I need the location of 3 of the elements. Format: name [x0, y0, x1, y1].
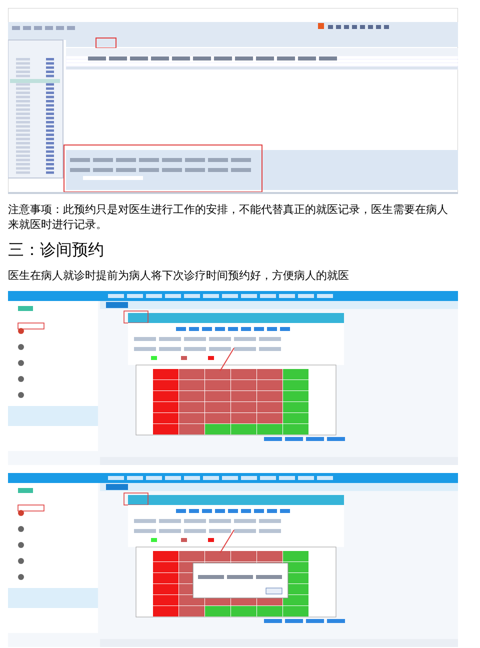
paragraph: 注意事项：此预约只是对医生进行工作的安排，不能代替真正的就医记录，医生需要在病人来就医时进行记录。 [8, 202, 449, 232]
paragraph: 医生在病人就诊时提前为病人将下次诊疗时间预约好，方便病人的就医 [8, 268, 350, 283]
section-heading: 三：诊间预约 [8, 240, 105, 260]
